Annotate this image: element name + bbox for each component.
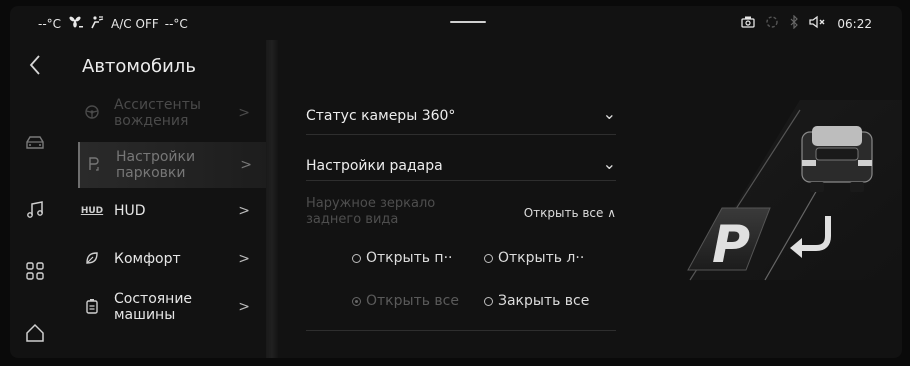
seat-airflow-icon	[89, 15, 105, 32]
nav-item-label: Ассистенты вождения	[114, 97, 201, 129]
home-icon[interactable]	[20, 318, 50, 348]
radio-button-selected	[352, 296, 361, 306]
option-label: Открыть п··	[366, 250, 453, 266]
nav-item-label: Комфорт	[114, 251, 181, 267]
radar-settings-row[interactable]: Настройки радара ⌄	[306, 144, 616, 181]
option-open-all[interactable]: Открыть все	[352, 293, 459, 309]
option-label: Открыть все	[366, 293, 459, 309]
option-open-right[interactable]: Открыть п··	[352, 250, 452, 266]
nav-item-label: Состояние машины	[114, 291, 193, 323]
radio-button	[484, 253, 493, 263]
radio-button	[484, 296, 493, 306]
screen: --°C A/C OFF --°C 06:22 Автомобиль Ассис…	[0, 0, 910, 366]
status-bar: --°C A/C OFF --°C 06:22	[10, 6, 902, 40]
parking-visual: P	[650, 40, 902, 358]
back-icon[interactable]	[20, 50, 50, 80]
radar-settings-label: Настройки радара	[306, 158, 443, 174]
left-rail	[10, 40, 60, 358]
left-temp: --°C	[38, 16, 62, 31]
chevron-down-icon: ⌄	[602, 154, 616, 173]
car-rear-icon	[801, 126, 873, 192]
music-icon[interactable]	[20, 195, 50, 225]
clock: 06:22	[837, 16, 872, 31]
mirror-row: Наружное зеркало заднего вида Открыть вс…	[306, 190, 616, 331]
option-label: Открыть л··	[498, 250, 585, 266]
car-icon[interactable]	[20, 128, 50, 158]
nav-item-driving-assist[interactable]: Ассистенты вождения >	[78, 90, 264, 136]
chevron-right-icon: >	[238, 299, 250, 315]
right-temp: --°C	[164, 16, 188, 31]
option-label: Закрыть все	[498, 293, 590, 309]
chevron-right-icon: >	[238, 203, 250, 219]
comfort-leaf-icon	[78, 250, 106, 269]
drag-handle[interactable]	[450, 21, 486, 23]
mute-icon	[809, 15, 827, 32]
nav-item-parking-settings[interactable]: Настройки парковки >	[78, 142, 266, 188]
option-open-left[interactable]: Открыть л··	[484, 250, 584, 266]
steering-wheel-icon	[78, 104, 106, 123]
nav-item-label: HUD	[114, 203, 146, 219]
nav-item-hud[interactable]: HUD HUD >	[78, 188, 264, 234]
svg-text:P: P	[712, 215, 750, 275]
chevron-right-icon: >	[240, 157, 252, 173]
nav-item-label: Настройки парковки	[116, 149, 196, 181]
camera-icon	[741, 15, 756, 32]
mirror-label: Наружное зеркало заднего вида	[306, 196, 436, 227]
system-status: 06:22	[741, 14, 872, 32]
loading-icon	[765, 15, 779, 32]
chevron-right-icon: >	[238, 251, 250, 267]
option-close-all[interactable]: Закрыть все	[484, 293, 589, 309]
radio-button	[352, 253, 361, 263]
parking-p-icon: P	[712, 215, 750, 275]
camera-status-row[interactable]: Статус камеры 360° ⌄	[306, 98, 616, 135]
fan-icon	[67, 15, 84, 32]
nav-item-vehicle-status[interactable]: Состояние машины >	[78, 284, 264, 330]
ac-status: A/C OFF	[111, 16, 159, 31]
page-title: Автомобиль	[82, 56, 196, 77]
chevron-down-icon: ⌄	[602, 104, 616, 123]
parking-icon	[80, 156, 108, 175]
mirror-dropdown[interactable]: Открыть все ∧	[524, 206, 616, 220]
climate-status[interactable]: --°C A/C OFF --°C	[38, 15, 188, 32]
bluetooth-icon	[789, 14, 799, 32]
apps-icon[interactable]	[20, 256, 50, 286]
vehicle-status-icon	[78, 298, 106, 317]
chevron-right-icon: >	[238, 105, 250, 121]
nav-item-comfort[interactable]: Комфорт >	[78, 236, 264, 282]
app-frame: --°C A/C OFF --°C 06:22 Автомобиль Ассис…	[10, 6, 902, 358]
panel-divider	[266, 40, 278, 358]
hud-icon: HUD	[80, 206, 104, 216]
camera-status-label: Статус камеры 360°	[306, 108, 456, 124]
